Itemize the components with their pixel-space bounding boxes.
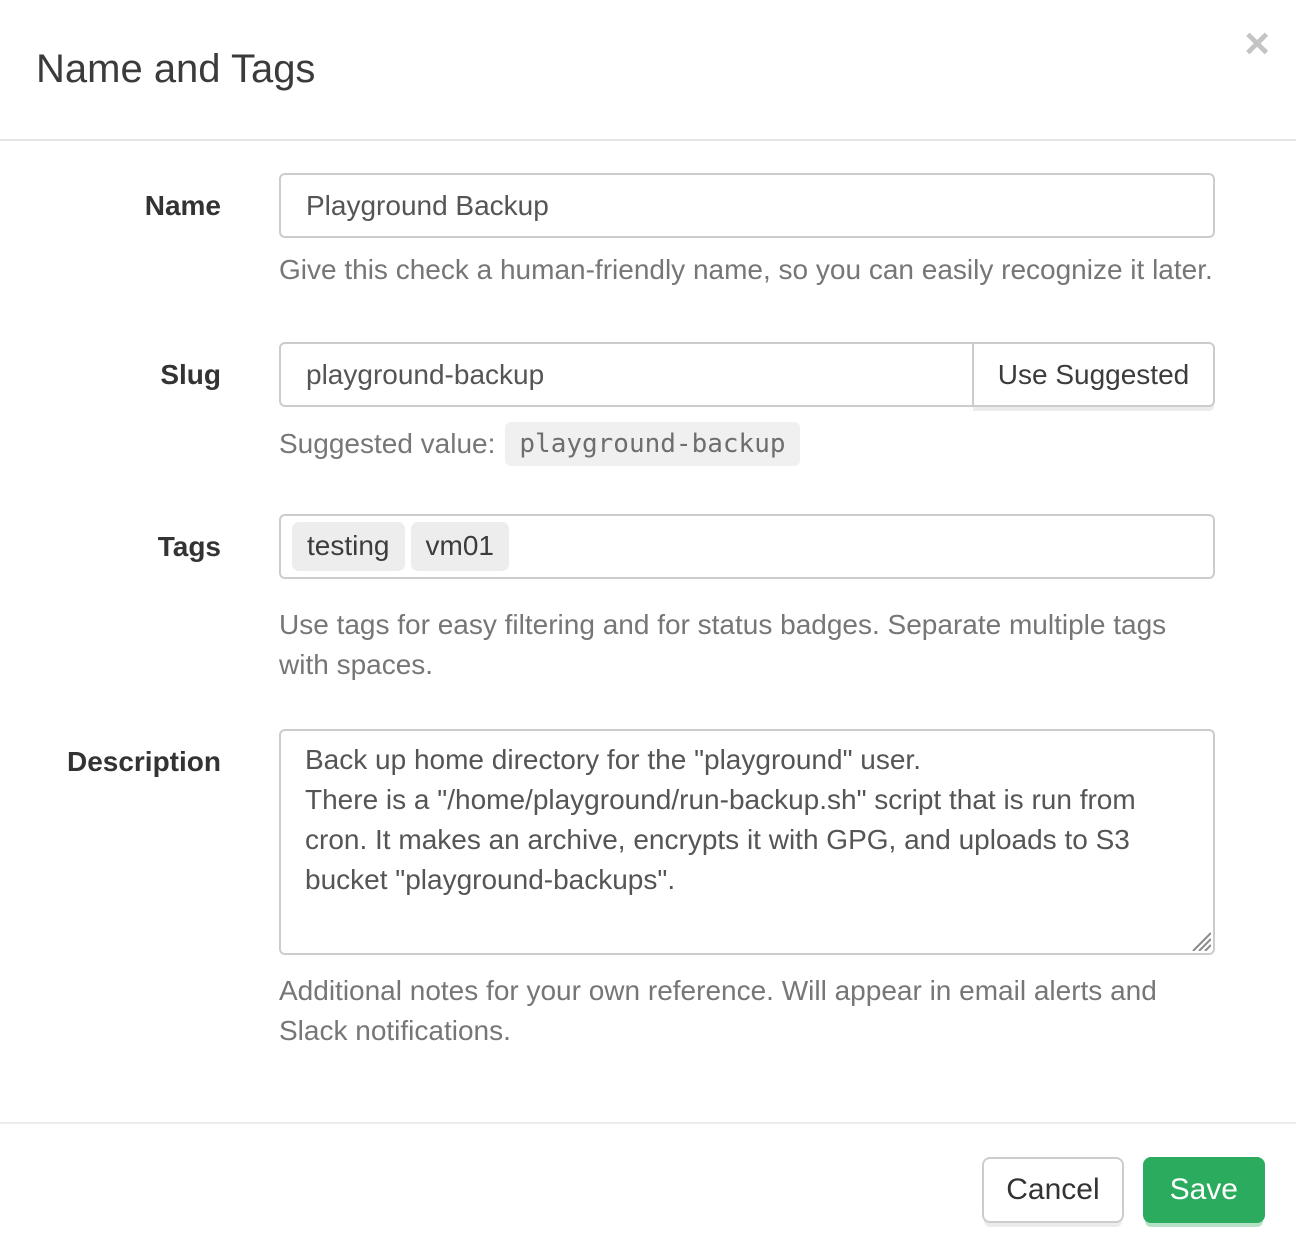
tag-chip[interactable]: testing [292, 522, 405, 571]
slug-input[interactable] [279, 342, 974, 407]
suggested-value-line: Suggested value: playground-backup [279, 422, 1215, 466]
name-input[interactable] [279, 173, 1215, 238]
dialog-header: Name and Tags × [0, 0, 1296, 141]
suggested-value-prefix: Suggested value: [279, 428, 495, 460]
dialog-body: Name Give this check a human-friendly na… [0, 141, 1296, 1122]
suggested-value-code: playground-backup [505, 422, 799, 466]
dialog-title: Name and Tags [36, 47, 315, 92]
cancel-button[interactable]: Cancel [982, 1157, 1123, 1223]
tags-help-text: Use tags for easy filtering and for stat… [279, 605, 1215, 685]
description-help-text: Additional notes for your own reference.… [279, 971, 1215, 1051]
slug-input-group: Use Suggested [279, 342, 1215, 407]
tags-input[interactable]: testing vm01 [279, 514, 1215, 579]
dialog-footer: Cancel Save [0, 1122, 1296, 1254]
name-and-tags-dialog: Name and Tags × Name Give this check a h… [0, 0, 1296, 1254]
description-textarea[interactable]: Back up home directory for the "playgrou… [279, 729, 1215, 955]
tags-form-group: Tags testing vm01 Use tags for easy filt… [0, 514, 1296, 685]
tags-label: Tags [0, 514, 249, 685]
description-label: Description [0, 729, 249, 1051]
tag-chip[interactable]: vm01 [411, 522, 509, 571]
slug-form-group: Slug Use Suggested Suggested value: play… [0, 342, 1296, 466]
name-form-group: Name Give this check a human-friendly na… [0, 173, 1296, 290]
description-form-group: Description Back up home directory for t… [0, 729, 1296, 1051]
close-icon[interactable]: × [1244, 22, 1270, 66]
name-label: Name [0, 173, 249, 290]
save-button[interactable]: Save [1143, 1157, 1265, 1223]
slug-label: Slug [0, 342, 249, 466]
use-suggested-button[interactable]: Use Suggested [972, 342, 1215, 407]
name-help-text: Give this check a human-friendly name, s… [279, 250, 1215, 290]
